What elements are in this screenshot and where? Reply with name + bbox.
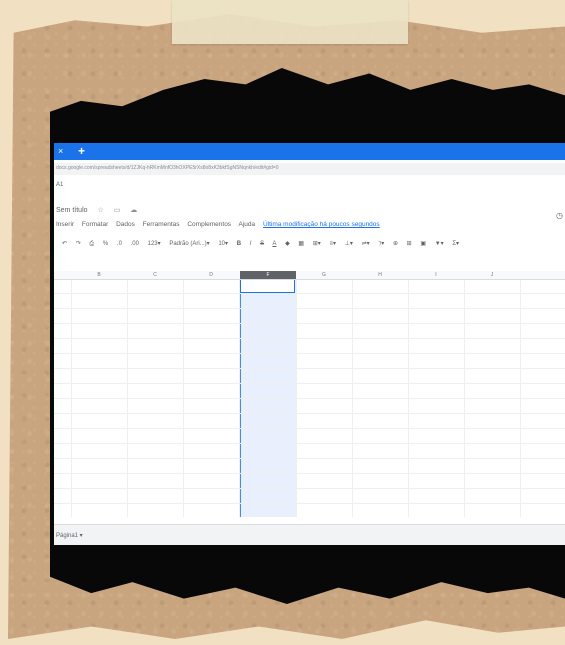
merge-cells-icon[interactable]: ⊞▾	[313, 241, 321, 247]
filter-icon[interactable]: ▼▾	[435, 241, 444, 247]
row-line	[54, 443, 565, 444]
italic-button[interactable]: I	[250, 241, 252, 247]
column-line	[296, 279, 297, 517]
toolbar: ↶ ↷ ⎙ % .0 .00 123▾ Padrão (Ari...)▾ 10▾…	[62, 240, 466, 248]
text-rotation-icon[interactable]: ⁊▾	[378, 241, 384, 247]
row-line	[54, 458, 565, 459]
undo-icon[interactable]: ↶	[62, 241, 67, 247]
fill-color-icon[interactable]: ◆	[285, 241, 290, 247]
print-icon[interactable]: ⎙	[89, 241, 94, 247]
increase-decimal-button[interactable]: .00	[131, 241, 139, 247]
menu-bar: Inserir Formatar Dados Ferramentas Compl…	[56, 221, 386, 228]
insert-link-icon[interactable]: ⊕	[393, 241, 398, 247]
row-line	[54, 353, 565, 354]
row-line	[54, 488, 565, 489]
borders-icon[interactable]: ▦	[298, 241, 304, 247]
sheet-tab-bar: Página1 ▾	[54, 524, 565, 545]
column-header-k[interactable]	[520, 271, 565, 280]
vertical-align-icon[interactable]: ⊥▾	[345, 241, 353, 247]
font-family-dropdown[interactable]: Padrão (Ari...)▾	[169, 241, 209, 247]
row-line	[54, 413, 565, 414]
column-line	[183, 279, 184, 517]
column-header-g[interactable]: G	[296, 271, 353, 280]
document-title-row: Sem título ☆ ▭ ☁	[56, 206, 137, 214]
folder-icon[interactable]: ▭	[114, 207, 121, 214]
masking-tape	[172, 0, 408, 44]
star-icon[interactable]: ☆	[97, 207, 103, 214]
column-line	[239, 279, 240, 517]
row-line	[54, 473, 565, 474]
menu-item-ajuda[interactable]: Ajuda	[239, 221, 256, 228]
column-header-j[interactable]: J	[464, 271, 521, 280]
address-bar[interactable]: docs.google.com/spreadsheets/d/1ZJKq-hRK…	[54, 163, 565, 175]
last-edit-link[interactable]: Última modificação há poucos segundos	[263, 221, 380, 228]
column-header-c[interactable]: C	[127, 271, 184, 280]
name-box[interactable]: A1	[56, 182, 63, 188]
close-tab-icon[interactable]: ×	[58, 146, 63, 156]
row-line	[54, 368, 565, 369]
column-header-f[interactable]: F	[240, 271, 297, 280]
column-header-d[interactable]: D	[183, 271, 240, 280]
column-line	[127, 279, 128, 517]
new-tab-icon[interactable]: +	[78, 144, 85, 158]
select-all-corner[interactable]	[54, 271, 72, 280]
document-title[interactable]: Sem título	[56, 207, 88, 214]
column-header-h[interactable]: H	[352, 271, 409, 280]
row-line	[54, 338, 565, 339]
column-line	[408, 279, 409, 517]
percent-format-button[interactable]: %	[103, 241, 108, 247]
more-formats-dropdown[interactable]: 123▾	[148, 241, 161, 247]
row-line	[54, 308, 565, 309]
font-size-dropdown[interactable]: 10▾	[218, 241, 228, 247]
functions-icon[interactable]: Σ▾	[452, 241, 459, 247]
insert-comment-icon[interactable]: ⊞	[407, 241, 412, 247]
row-line	[54, 503, 565, 504]
menu-item-formatar[interactable]: Formatar	[82, 221, 108, 228]
menu-item-ferramentas[interactable]: Ferramentas	[143, 221, 180, 228]
cell-grid[interactable]: B C D E F G H I J	[54, 271, 565, 517]
row-line	[54, 383, 565, 384]
row-line	[54, 293, 565, 294]
bold-button[interactable]: B	[237, 241, 241, 247]
active-cell[interactable]	[240, 279, 295, 293]
column-line	[464, 279, 465, 517]
strikethrough-button[interactable]: S	[260, 241, 264, 247]
insert-chart-icon[interactable]: ▣	[420, 241, 426, 247]
url-text: docs.google.com/spreadsheets/d/1ZJKq-hRK…	[56, 165, 279, 171]
row-line	[54, 398, 565, 399]
menu-item-inserir[interactable]: Inserir	[56, 221, 74, 228]
menu-item-dados[interactable]: Dados	[116, 221, 135, 228]
history-icon[interactable]: ◷	[556, 211, 563, 220]
text-wrap-icon[interactable]: ⇌▾	[362, 241, 370, 247]
cloud-icon: ☁	[130, 207, 138, 214]
row-line	[54, 323, 565, 324]
browser-tab-bar: × +	[54, 143, 565, 160]
sheet-tab[interactable]: Página1 ▾	[56, 532, 83, 539]
decrease-decimal-button[interactable]: .0	[117, 241, 122, 247]
column-line	[352, 279, 353, 517]
column-header-b[interactable]: B	[71, 271, 128, 280]
column-line	[71, 279, 72, 517]
text-color-button[interactable]: A	[272, 241, 276, 247]
column-header-i[interactable]: I	[408, 271, 465, 280]
horizontal-align-icon[interactable]: ≡▾	[329, 241, 336, 247]
menu-item-complementos[interactable]: Complementos	[187, 221, 231, 228]
column-line	[520, 279, 521, 517]
redo-icon[interactable]: ↷	[76, 241, 81, 247]
spreadsheet-screenshot: × + docs.google.com/spreadsheets/d/1ZJKq…	[54, 143, 565, 545]
row-line	[54, 428, 565, 429]
